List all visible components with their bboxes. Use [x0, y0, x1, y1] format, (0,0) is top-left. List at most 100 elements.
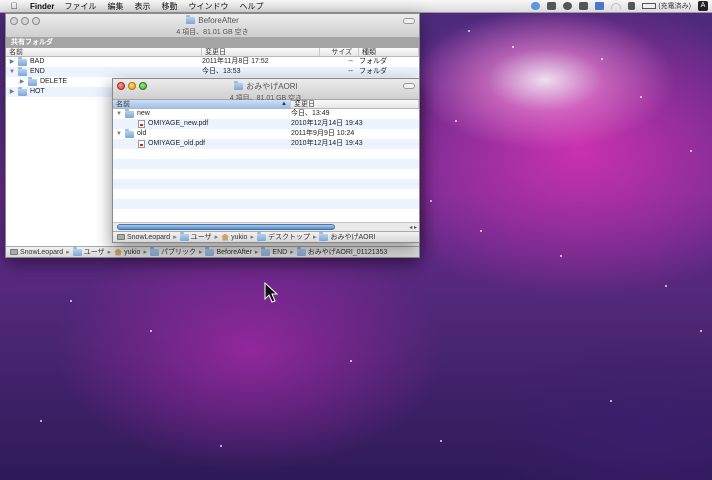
folder-icon: [205, 247, 215, 256]
item-size: --: [348, 58, 353, 65]
item-date: 2011年9月9日 10:24: [291, 130, 355, 137]
disclosure-triangle-icon[interactable]: ▼: [9, 67, 15, 77]
toolbar-toggle-button[interactable]: [403, 83, 415, 89]
disclosure-triangle-icon[interactable]: ▶: [9, 87, 15, 97]
item-date: 今日、13:49: [291, 110, 330, 117]
path-segment[interactable]: おみやげAORI_01121353: [296, 247, 387, 257]
finder-window-omiyage: おみやげAORI 4 項目、81.01 GB 空き 名前 変更日 ▼new 今日…: [112, 78, 420, 243]
folder-icon: [319, 232, 329, 241]
window-status: 4 項目、81.01 GB 空き: [176, 29, 249, 36]
item-name: OMIYAGE_new.pdf: [148, 120, 209, 127]
empty-row: [113, 159, 419, 169]
folder-icon: [296, 247, 306, 256]
folder-icon: [28, 77, 37, 86]
window-titlebar[interactable]: おみやげAORI 4 項目、81.01 GB 空き: [113, 79, 419, 102]
disclosure-triangle-icon[interactable]: ▶: [19, 77, 25, 87]
empty-row: [113, 149, 419, 159]
sync-icon[interactable]: [547, 2, 557, 10]
menu-view[interactable]: 表示: [134, 1, 150, 12]
pdf-file-icon: [138, 140, 145, 148]
list-item[interactable]: OMIYAGE_new.pdf 2010年12月14日 19:43: [113, 119, 419, 129]
scroll-arrows-icon[interactable]: ◂ ▸: [409, 224, 417, 231]
path-segment[interactable]: デスクトップ: [256, 232, 310, 242]
empty-row: [113, 189, 419, 199]
folder-icon: [149, 247, 159, 256]
list-item[interactable]: OMIYAGE_old.pdf 2010年12月14日 19:43: [113, 139, 419, 149]
menu-window[interactable]: ウインドウ: [188, 1, 228, 12]
bluetooth-icon[interactable]: [595, 2, 605, 10]
item-date: 2010年12月14日 19:43: [291, 140, 363, 147]
menu-help[interactable]: ヘルプ: [239, 1, 263, 12]
column-name[interactable]: 名前: [6, 48, 202, 56]
path-segment[interactable]: SnowLeopard: [117, 234, 170, 241]
disk-icon: [117, 234, 125, 240]
path-bar: SnowLeopard ▸ ユーザ ▸ yukio ▸ デスクトップ ▸ おみやげAOR…: [113, 231, 419, 242]
minimize-button[interactable]: [21, 17, 29, 25]
dropbox-icon[interactable]: [531, 2, 541, 10]
disclosure-triangle-icon[interactable]: ▶: [9, 57, 15, 67]
column-header: 名前 変更日 サイズ 種類: [6, 48, 419, 57]
menu-extras: (充電済み) A: [531, 1, 712, 11]
disclosure-triangle-icon[interactable]: ▼: [116, 129, 122, 139]
wifi-icon[interactable]: [611, 3, 622, 9]
path-segment[interactable]: おみやげAORI: [319, 232, 376, 242]
empty-row: [113, 179, 419, 189]
path-segment[interactable]: ユーザ: [179, 232, 212, 242]
list-item[interactable]: ▼ END 今日、13:53 -- フォルダ: [6, 67, 419, 77]
folder-icon: [125, 109, 134, 118]
display-icon[interactable]: [579, 2, 589, 10]
column-name[interactable]: 名前: [113, 100, 291, 109]
item-name: END: [30, 68, 45, 75]
folder-icon: [18, 87, 27, 96]
home-icon: [114, 248, 123, 256]
item-size: --: [348, 68, 353, 75]
path-segment[interactable]: yukio: [221, 233, 247, 241]
zoom-button[interactable]: [139, 82, 147, 90]
menu-file[interactable]: ファイル: [64, 1, 96, 12]
menu-app-finder[interactable]: Finder: [30, 2, 54, 11]
close-button[interactable]: [117, 82, 125, 90]
toolbar-toggle-button[interactable]: [403, 18, 415, 24]
window-titlebar[interactable]: BeforeAfter 4 項目、81.01 GB 空き: [6, 14, 419, 38]
path-segment[interactable]: BeforeAfter: [205, 247, 252, 256]
item-date: 2011年11月8日 17:52: [202, 58, 269, 65]
column-date[interactable]: 変更日: [202, 48, 320, 56]
zoom-button[interactable]: [32, 17, 40, 25]
horizontal-scrollbar[interactable]: ◂ ▸: [113, 222, 419, 231]
battery-status[interactable]: (充電済み): [642, 1, 691, 11]
path-segment[interactable]: yukio: [114, 248, 140, 256]
list-item[interactable]: ▶ BAD 2011年11月8日 17:52 -- フォルダ: [6, 57, 419, 67]
disclosure-triangle-icon[interactable]: ▼: [116, 109, 122, 119]
path-segment[interactable]: END: [261, 247, 287, 256]
section-header: 共有フォルダ: [6, 38, 419, 48]
item-date: 2010年12月14日 19:43: [291, 120, 363, 127]
scroll-thumb[interactable]: [117, 224, 335, 230]
menu-edit[interactable]: 編集: [107, 1, 123, 12]
list-item[interactable]: ▼ old 2011年9月9日 10:24: [113, 129, 419, 139]
folder-icon: [234, 81, 244, 90]
list-item[interactable]: ▼ new 今日、13:49: [113, 109, 419, 119]
spotlight-icon[interactable]: A: [698, 1, 708, 11]
item-name: OMIYAGE_old.pdf: [148, 140, 206, 147]
path-segment[interactable]: パブリック: [149, 247, 196, 257]
menu-go[interactable]: 移動: [161, 1, 177, 12]
column-size[interactable]: サイズ: [320, 48, 359, 56]
volume-icon[interactable]: [628, 2, 636, 10]
apple-icon[interactable]: : [4, 1, 24, 11]
folder-icon: [125, 129, 134, 138]
path-segment[interactable]: SnowLeopard: [10, 249, 63, 256]
column-kind[interactable]: 種類: [359, 48, 419, 56]
item-name: HOT: [30, 88, 45, 95]
folder-icon: [72, 247, 82, 256]
close-button[interactable]: [10, 17, 18, 25]
empty-row: [113, 169, 419, 179]
path-bar: SnowLeopard ▸ ユーザ ▸ yukio ▸ パブリック ▸ BeforeAf…: [6, 246, 419, 257]
timemachine-icon[interactable]: [563, 2, 573, 10]
path-segment[interactable]: ユーザ: [72, 247, 105, 257]
disk-icon: [10, 249, 18, 255]
window-title: BeforeAfter: [198, 16, 239, 25]
folder-icon: [256, 232, 266, 241]
minimize-button[interactable]: [128, 82, 136, 90]
folder-icon: [261, 247, 271, 256]
item-date: 今日、13:53: [202, 68, 241, 75]
